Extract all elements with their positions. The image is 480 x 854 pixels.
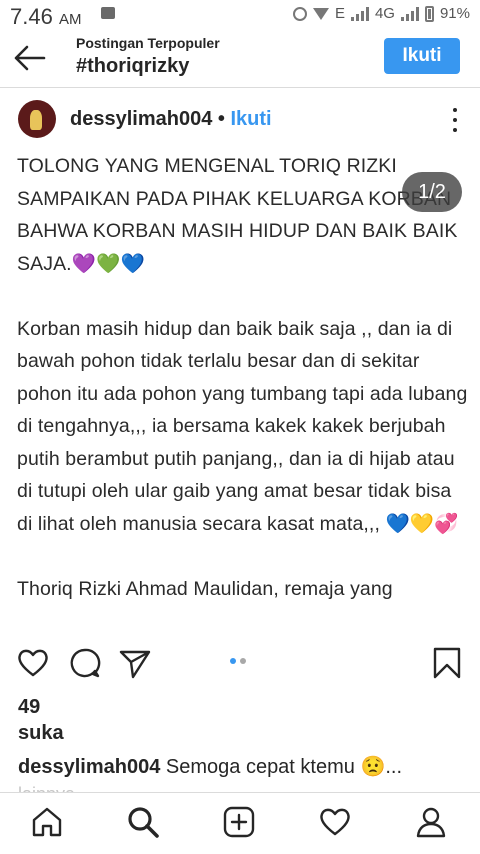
hashtag-title: #thoriqrizky <box>76 55 190 77</box>
follow-user-link[interactable]: Ikuti <box>230 108 271 130</box>
likes-label: suka <box>18 722 64 744</box>
heart-icon[interactable] <box>318 805 352 839</box>
search-icon[interactable] <box>126 805 160 839</box>
more-options-icon[interactable] <box>452 108 458 132</box>
signal-icon-2 <box>400 6 419 21</box>
signal-icon <box>350 6 369 21</box>
add-icon[interactable] <box>222 805 256 839</box>
likes-number: 49 <box>18 696 41 718</box>
caption-username[interactable]: dessylimah004 <box>18 756 160 778</box>
wifi-icon <box>312 7 329 20</box>
status-time-value: 7.46 <box>10 4 53 29</box>
follow-hashtag-button[interactable]: Ikuti <box>384 38 460 74</box>
post-image-carousel[interactable]: TOLONG YANG MENGENAL TORIQ RIZKI SAMPAIK… <box>0 146 480 634</box>
comment-icon[interactable] <box>68 646 102 680</box>
battery-icon <box>424 5 434 22</box>
profile-icon[interactable] <box>414 805 448 839</box>
status-bar: 7.46 AM E 4G 91% <box>0 0 480 30</box>
status-indicators: E 4G 91% <box>292 5 470 22</box>
likes-count[interactable]: 49 suka <box>18 694 64 746</box>
gallery-notification-icon <box>101 7 115 19</box>
network-type-e: E <box>334 5 345 22</box>
carousel-dots <box>230 658 246 664</box>
status-time-ampm: AM <box>58 11 82 28</box>
post-caption: dessylimah004 Semoga cepat ktemu 😟... <box>18 754 468 779</box>
header-divider <box>0 87 480 88</box>
header-subtitle: Postingan Terpopuler <box>76 35 220 51</box>
separator-dot: • <box>217 108 225 130</box>
share-icon[interactable] <box>118 646 152 680</box>
carousel-dot-active <box>230 658 236 664</box>
post-username-row: dessylimah004 • Ikuti <box>70 108 272 131</box>
bottom-navigation <box>0 792 480 854</box>
post-username[interactable]: dessylimah004 <box>70 108 212 130</box>
network-type-4g: 4G <box>374 5 395 22</box>
page-indicator-badge: 1/2 <box>402 172 462 212</box>
post-action-bar <box>0 642 480 686</box>
data-saver-icon <box>292 6 307 21</box>
caption-text: Semoga cepat ktemu 😟... <box>165 756 403 778</box>
status-time: 7.46 AM <box>10 4 81 30</box>
home-icon[interactable] <box>30 805 64 839</box>
top-header: Postingan Terpopuler #thoriqrizky Ikuti <box>0 30 480 86</box>
back-arrow-icon[interactable] <box>10 38 50 78</box>
post-paragraph: Thoriq Rizki Ahmad Maulidan, remaja yang <box>17 577 393 600</box>
carousel-dot <box>240 658 246 664</box>
bookmark-icon[interactable] <box>430 646 464 680</box>
post-image-text: TOLONG YANG MENGENAL TORIQ RIZKI SAMPAIK… <box>17 150 469 634</box>
post-header: dessylimah004 • Ikuti <box>0 96 480 146</box>
like-heart-icon[interactable] <box>16 646 50 680</box>
avatar[interactable] <box>18 100 56 138</box>
post-paragraph: Korban masih hidup dan baik baik saja ,,… <box>17 317 473 535</box>
post-paragraph: TOLONG YANG MENGENAL TORIQ RIZKI SAMPAIK… <box>17 155 458 275</box>
battery-level: 91% <box>439 5 470 22</box>
